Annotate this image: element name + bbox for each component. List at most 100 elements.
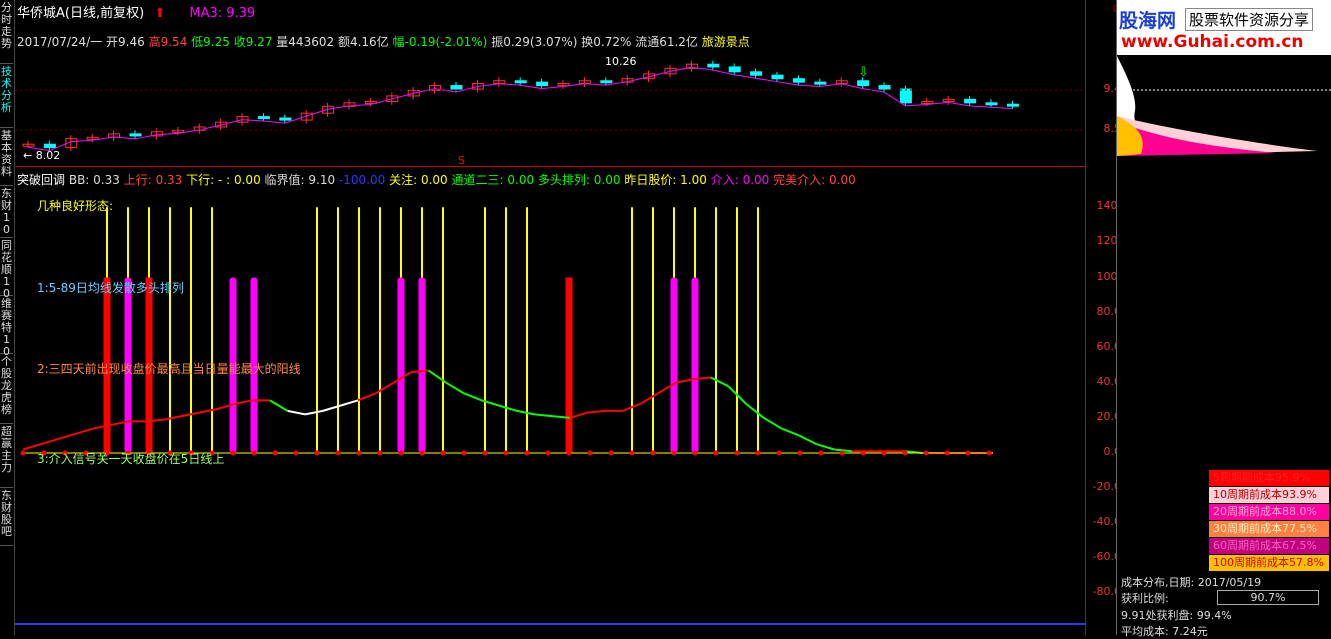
indicator-line-segment <box>516 409 535 416</box>
zero-dot <box>314 450 320 456</box>
indicator-line-segment <box>357 392 377 402</box>
low-mark: ← 8.02 <box>23 149 60 162</box>
indicator-line-segment <box>816 443 835 451</box>
zero-dot <box>377 450 383 456</box>
candle <box>857 80 870 87</box>
candle <box>536 81 549 87</box>
cost-legend-row: 20周期前成本88.0% <box>1209 504 1329 520</box>
side-tab-5[interactable]: 同花顺10 <box>0 238 13 300</box>
cost-legend-row: 5周期前成本95.9% <box>1209 470 1329 486</box>
zero-dot <box>251 450 257 456</box>
side-tab-6[interactable]: 维赛特10 <box>0 296 13 358</box>
indicator-line-segment <box>287 409 306 416</box>
panel-divider <box>15 166 1085 167</box>
zero-dot <box>881 450 887 456</box>
zero-dot <box>755 450 761 456</box>
cost-legend-row: 60周期前成本67.5% <box>1209 538 1329 554</box>
zero-dot <box>965 450 971 456</box>
candle <box>878 85 891 90</box>
indicator-line-segment <box>199 408 218 414</box>
quote-amount: 额4.16亿 <box>337 35 389 49</box>
annotation-item3: 3:介入信号关一天收盘价在5日线上 <box>37 452 225 466</box>
zero-dot <box>440 450 446 456</box>
cost-distribution-panel: 股海网 股票软件资源分享 www.Guhai.com.cn 5周期前成本95.9… <box>1116 0 1331 638</box>
zero-dot <box>734 450 740 456</box>
indicator-line-segment <box>75 427 94 435</box>
side-tab-1[interactable]: 分时走势 <box>0 0 13 64</box>
cost-distribution-chart <box>1117 56 1331 156</box>
quote-open: 开9.46 <box>106 35 145 49</box>
zero-dot <box>650 450 656 456</box>
indicator-header: 突破回调 BB: 0.33 上行: 0.33 下行: - : 0.00 临界值:… <box>17 171 856 188</box>
quote-change: 幅-0.19(-2.01%) <box>392 35 488 49</box>
avg-cost-line: 平均成本: 7.24元 <box>1121 625 1208 638</box>
zero-dot <box>839 450 845 456</box>
annotation-item2: 2:三四天前出现收盘价最高且当日量能最大的阳线 <box>37 362 301 376</box>
candle <box>514 80 527 84</box>
cost-legend-row: 100周期前成本57.8% <box>1209 555 1329 571</box>
indicator-down: 下行: - : 0.00 <box>186 173 261 187</box>
cost-legend-row: 30周期前成本77.5% <box>1209 521 1329 537</box>
quote-low: 低9.25 <box>191 35 230 49</box>
indicator-line-segment <box>40 438 59 446</box>
indicator-line-segment <box>498 404 518 412</box>
candle <box>985 102 998 106</box>
side-tab-9[interactable]: 东财股吧 <box>0 488 13 546</box>
stock-title[interactable]: 华侨城A(日线,前复权) <box>17 6 144 21</box>
indicator-critical: 临界值: 9.10 <box>264 173 336 187</box>
zero-dot <box>524 450 530 456</box>
indicator-line-segment <box>269 399 289 412</box>
indicator-line-segment <box>304 409 324 416</box>
zero-dot <box>587 450 593 456</box>
zero-dot <box>797 450 803 456</box>
indicator-line-segment <box>710 376 729 388</box>
indicator-bb: BB: 0.33 <box>68 173 120 187</box>
cost-legend-row: 10周期前成本93.9% <box>1209 487 1329 503</box>
zero-dot <box>818 450 824 456</box>
logo-url: www.Guhai.com.cn <box>1121 32 1304 52</box>
zero-dot <box>608 450 614 456</box>
candle <box>899 88 912 104</box>
zero-dot <box>272 450 278 456</box>
indicator-line-segment <box>375 381 394 395</box>
indicator-line-segment <box>763 417 782 430</box>
indicator-name[interactable]: 突破回调 <box>17 173 65 187</box>
candle <box>279 117 292 121</box>
indicator-up: 上行: 0.33 <box>123 173 183 187</box>
high-mark: 10.26 <box>605 55 637 68</box>
side-tab-8[interactable]: 超赢主力 <box>0 424 13 488</box>
profit-ratio-label: 获利比例: <box>1121 592 1169 605</box>
indicator-line-segment <box>675 378 694 384</box>
indicator-entry: 介入: 0.00 <box>710 173 770 187</box>
zero-dot <box>230 450 236 456</box>
indicator-line-segment <box>163 415 182 421</box>
candle <box>707 63 720 68</box>
zero-dot <box>692 450 698 456</box>
side-tab-7[interactable]: 个股龙虎榜 <box>0 354 13 424</box>
side-tab-3[interactable]: 基本资料 <box>0 128 13 186</box>
quote-date: 2017/07/24/一 <box>17 35 103 49</box>
ma-label: MA3: 9.39 <box>189 6 256 21</box>
quote-volume: 量443602 <box>276 35 335 49</box>
chart-area: 华侨城A(日线,前复权) ⬆ MA3: 9.39 2017/07/24/一 开9… <box>15 0 1130 635</box>
zero-dot <box>860 450 866 456</box>
zero-dot <box>671 450 677 456</box>
side-tab-2[interactable]: 技术分析 <box>0 64 13 128</box>
annotation-item1: 1:5-89日均线发散多头排列 <box>37 281 184 295</box>
zero-dot <box>419 450 425 456</box>
zero-dot <box>629 450 635 456</box>
quote-amplitude: 振0.29(3.07%) <box>491 35 578 49</box>
side-tab-4[interactable]: 东财10 <box>0 186 13 238</box>
zero-dot <box>335 450 341 456</box>
candle <box>1006 103 1019 107</box>
zero-dot <box>482 450 488 456</box>
quote-turnover: 换0.72% <box>581 35 632 49</box>
candle <box>600 80 613 84</box>
indicator-line-segment <box>639 392 659 405</box>
magenta-signal-bar <box>397 277 405 453</box>
quote-high: 高9.54 <box>148 35 188 49</box>
indicator-panel[interactable] <box>15 188 1085 635</box>
candle <box>750 71 763 76</box>
quote-sector[interactable]: 旅游景点 <box>702 35 750 49</box>
kline-panel[interactable]: 10.26 ← 8.02 S ⇩ <box>15 48 1085 166</box>
